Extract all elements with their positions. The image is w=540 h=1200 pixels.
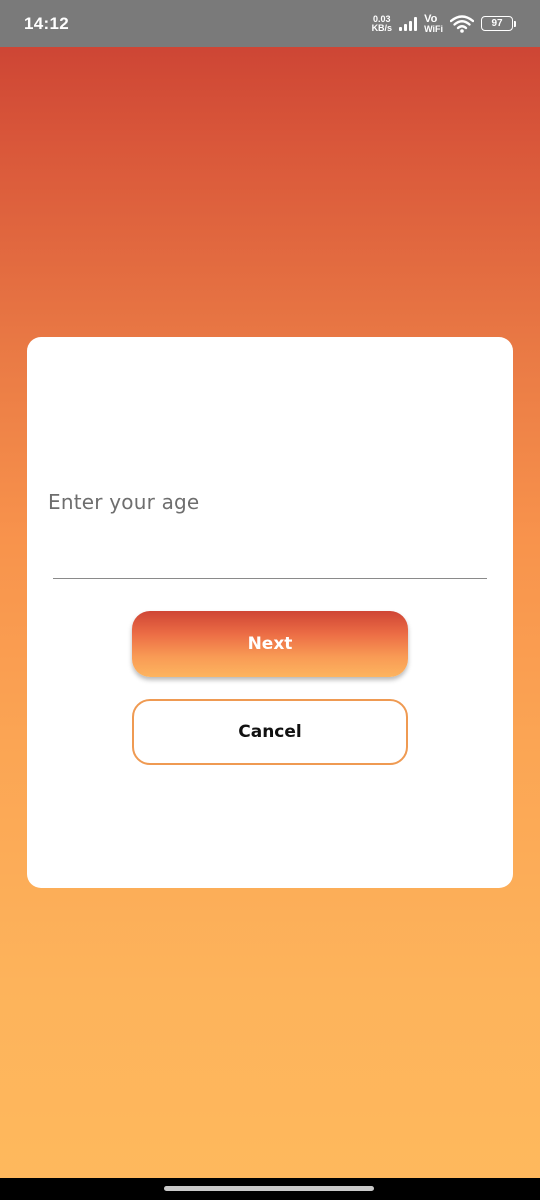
age-field-label: Enter your age bbox=[48, 490, 200, 514]
network-speed-unit: KB/s bbox=[371, 22, 393, 33]
cancel-button[interactable]: Cancel bbox=[132, 699, 408, 765]
next-button[interactable]: Next bbox=[132, 611, 408, 677]
status-icons: 0.03 KB/s Vo WiFi 97 bbox=[371, 12, 516, 34]
vo-label: Vo bbox=[424, 12, 438, 25]
status-bar: 14:12 0.03 KB/s Vo WiFi 97 bbox=[0, 0, 540, 47]
navigation-bar bbox=[0, 1178, 540, 1200]
status-time: 14:12 bbox=[24, 13, 69, 33]
home-gesture-handle[interactable] bbox=[164, 1186, 374, 1191]
battery-icon: 97 bbox=[481, 16, 516, 31]
age-dialog-card: Enter your age Next Cancel bbox=[27, 337, 513, 888]
vowifi-indicator: Vo WiFi bbox=[424, 12, 443, 34]
cell-signal-icon bbox=[399, 16, 418, 31]
battery-level: 97 bbox=[481, 16, 513, 31]
wifi-icon bbox=[450, 14, 474, 33]
wifi-label: WiFi bbox=[424, 23, 443, 34]
age-input[interactable] bbox=[53, 535, 487, 579]
network-speed: 0.03 KB/s bbox=[371, 14, 393, 33]
